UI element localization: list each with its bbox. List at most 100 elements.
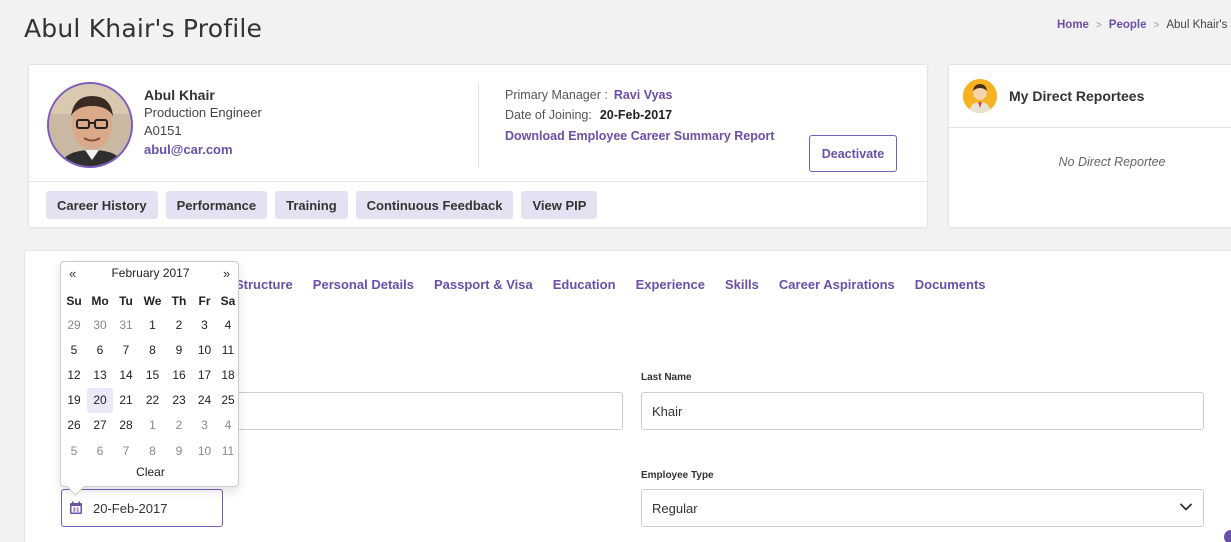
calendar-day[interactable]: 22 [139, 388, 166, 413]
calendar-day[interactable]: 6 [87, 337, 113, 362]
reportees-title: My Direct Reportees [1009, 88, 1145, 104]
weekday-header: Su [66, 294, 82, 308]
career-history-button[interactable]: Career History [46, 191, 158, 219]
chevron-right-icon: > [1153, 19, 1160, 31]
calendar-day[interactable]: 2 [166, 413, 192, 438]
datepicker-grid: Su Mo Tu We Th Fr Sa 29 30 31 1 2 3 4 5 6 7 8 9 10 11 12 13 14 1… [61, 290, 240, 463]
training-button[interactable]: Training [275, 191, 348, 219]
calendar-day[interactable]: 31 [113, 312, 139, 337]
employee-type-label: Employee Type [641, 470, 714, 481]
tab-personal-details[interactable]: Personal Details [313, 277, 414, 292]
divider [29, 181, 927, 182]
date-value: 20-Feb-2017 [93, 500, 168, 516]
calendar-day[interactable]: 16 [166, 362, 192, 387]
tab-passport-visa[interactable]: Passport & Visa [434, 277, 533, 292]
calendar-day[interactable]: 13 [87, 362, 113, 387]
calendar-day[interactable]: 9 [166, 438, 192, 463]
last-name-field[interactable]: Khair [641, 392, 1204, 430]
breadcrumb: Home > People > Abul Khair's P [1057, 19, 1231, 31]
calendar-day[interactable]: 5 [61, 337, 87, 362]
tab-education[interactable]: Education [553, 277, 616, 292]
svg-text:31: 31 [73, 508, 80, 514]
divider [949, 127, 1231, 128]
divider [478, 83, 479, 167]
calendar-day[interactable]: 20 [87, 387, 113, 413]
no-reportee-message: No Direct Reportee [1058, 155, 1166, 169]
breadcrumb-home-link[interactable]: Home [1057, 19, 1089, 31]
calendar-day[interactable]: 11 [217, 337, 239, 362]
calendar-day[interactable]: 12 [61, 362, 87, 387]
calendar-day[interactable]: 30 [87, 312, 113, 337]
profile-action-tabs: Career History Performance Training Cont… [46, 191, 598, 219]
page-title: Abul Khair's Profile [24, 14, 263, 43]
calendar-day[interactable]: 3 [192, 312, 217, 337]
weekday-header: Th [171, 294, 187, 308]
calendar-day[interactable]: 1 [139, 312, 166, 337]
employee-email-link[interactable]: abul@car.com [144, 142, 233, 157]
performance-button[interactable]: Performance [165, 191, 268, 219]
calendar-day[interactable]: 10 [192, 438, 217, 463]
weekday-header: Fr [198, 294, 211, 308]
datepicker-month-title[interactable]: February 2017 [61, 266, 240, 280]
breadcrumb-people-link[interactable]: People [1109, 19, 1147, 31]
calendar-day[interactable]: 4 [217, 413, 239, 438]
calendar-day[interactable]: 2 [166, 312, 192, 337]
download-career-summary-link[interactable]: Download Employee Career Summary Report [505, 129, 775, 143]
calendar-day[interactable]: 4 [217, 312, 239, 337]
calendar-day[interactable]: 26 [61, 413, 87, 438]
avatar-photo-icon [49, 84, 131, 166]
calendar-day[interactable]: 8 [139, 438, 166, 463]
tab-documents[interactable]: Documents [915, 277, 986, 292]
employee-type-select[interactable]: Regular [641, 489, 1204, 527]
date-of-joining-value: 20-Feb-2017 [599, 108, 673, 122]
calendar-day[interactable]: 10 [192, 337, 217, 362]
calendar-day[interactable]: 9 [166, 337, 192, 362]
date-of-joining-row: Date of Joining: 20-Feb-2017 [505, 108, 672, 122]
calendar-day[interactable]: 1 [139, 413, 166, 438]
calendar-day[interactable]: 7 [113, 438, 139, 463]
calendar-day[interactable]: 15 [139, 362, 166, 387]
calendar-day[interactable]: 21 [113, 388, 139, 413]
employee-type-value: Regular [652, 500, 698, 516]
calendar-day[interactable]: 3 [192, 413, 217, 438]
direct-reportees-card: My Direct Reportees No Direct Reportee [948, 64, 1231, 228]
avatar [47, 82, 133, 168]
primary-manager-link[interactable]: Ravi Vyas [614, 88, 673, 102]
calendar-day[interactable]: 14 [113, 362, 139, 387]
calendar-day[interactable]: 7 [113, 337, 139, 362]
employee-id: A0151 [144, 123, 182, 138]
tab-experience[interactable]: Experience [636, 277, 705, 292]
calendar-day[interactable]: 19 [61, 388, 87, 413]
person-icon [963, 79, 997, 113]
calendar-day[interactable]: 24 [192, 388, 217, 413]
last-name-label: Last Name [641, 372, 692, 383]
tab-career-aspirations[interactable]: Career Aspirations [779, 277, 895, 292]
datepicker-clear-button[interactable]: Clear [61, 465, 240, 479]
date-of-joining-label: Date of Joining: [505, 108, 592, 122]
employee-name: Abul Khair [144, 87, 215, 103]
calendar-day[interactable]: 17 [192, 362, 217, 387]
calendar-day[interactable]: 11 [217, 438, 239, 463]
calendar-day[interactable]: 23 [166, 388, 192, 413]
tab-structure[interactable]: Structure [235, 277, 293, 292]
calendar-day[interactable]: 6 [87, 438, 113, 463]
chevron-down-icon [1180, 503, 1192, 511]
next-month-button[interactable]: » [223, 266, 230, 281]
date-of-joining-input[interactable]: 31 20-Feb-2017 [61, 489, 223, 527]
calendar-day[interactable]: 18 [217, 362, 239, 387]
chevron-right-icon: > [1095, 19, 1102, 31]
calendar-day[interactable]: 5 [61, 438, 87, 463]
calendar-day[interactable]: 29 [61, 312, 87, 337]
view-pip-button[interactable]: View PIP [521, 191, 598, 219]
calendar-day[interactable]: 27 [87, 413, 113, 438]
profile-card: Abul Khair Production Engineer A0151 abu… [28, 64, 928, 228]
continuous-feedback-button[interactable]: Continuous Feedback [355, 191, 514, 219]
floating-action-button[interactable] [1224, 530, 1231, 542]
calendar-day[interactable]: 28 [113, 413, 139, 438]
tab-skills[interactable]: Skills [725, 277, 759, 292]
calendar-day[interactable]: 8 [139, 337, 166, 362]
weekday-header: Sa [220, 294, 236, 308]
calendar-day[interactable]: 25 [217, 388, 239, 413]
prev-month-button[interactable]: « [69, 266, 76, 281]
deactivate-button[interactable]: Deactivate [809, 135, 897, 172]
